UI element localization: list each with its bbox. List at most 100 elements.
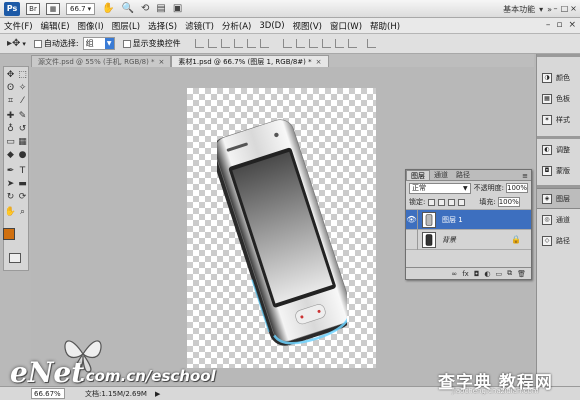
- distribute-top-icon[interactable]: [282, 39, 292, 48]
- 3d-orbit-icon[interactable]: ⟳: [17, 191, 28, 202]
- menu-image[interactable]: 图像(I): [74, 20, 108, 32]
- shape-tool-icon[interactable]: ▬: [17, 178, 28, 189]
- distribute-right-icon[interactable]: [347, 39, 357, 48]
- align-bottom-icon[interactable]: [220, 39, 230, 48]
- path-selection-icon[interactable]: ➤: [5, 178, 16, 189]
- dock-swatches[interactable]: ▦ 色板: [537, 88, 580, 109]
- lasso-tool-icon[interactable]: ʘ: [5, 82, 16, 93]
- align-left-icon[interactable]: [233, 39, 243, 48]
- restore-icon[interactable]: □: [561, 2, 569, 14]
- close-icon[interactable]: ×: [316, 58, 322, 66]
- auto-align-icon[interactable]: [366, 39, 376, 48]
- menu-analysis[interactable]: 分析(A): [218, 20, 255, 32]
- align-vcenter-icon[interactable]: [207, 39, 217, 48]
- dock-masks[interactable]: ◘ 蒙版: [537, 160, 580, 181]
- tab-paths[interactable]: 路径: [452, 170, 474, 180]
- 3d-rotate-icon[interactable]: ↻: [5, 191, 16, 202]
- screen-mode-icon[interactable]: ▣: [173, 3, 182, 14]
- history-brush-icon[interactable]: ↺: [17, 123, 28, 134]
- eye-icon[interactable]: 👁: [406, 209, 418, 230]
- document-canvas[interactable]: [187, 88, 376, 368]
- menu-view[interactable]: 视图(V): [289, 20, 326, 32]
- blur-tool-icon[interactable]: ◆: [5, 149, 16, 160]
- tab-channels[interactable]: 通道: [430, 170, 452, 180]
- tab-source-psd[interactable]: 源文件.psd @ 55% (手机, RGB/8) * ×: [31, 55, 172, 67]
- menu-file[interactable]: 文件(F): [0, 20, 37, 32]
- blend-mode-select[interactable]: 正常 ▼: [409, 182, 471, 194]
- rotate-view-icon[interactable]: ⟲: [141, 3, 149, 14]
- lock-all-icon[interactable]: [458, 198, 466, 206]
- menu-filter[interactable]: 滤镜(T): [181, 20, 218, 32]
- doc-restore-icon[interactable]: ▫: [556, 20, 562, 30]
- align-hcenter-icon[interactable]: [246, 39, 256, 48]
- minimize-icon[interactable]: –: [552, 2, 559, 14]
- arrange-docs-icon[interactable]: ▤: [156, 3, 165, 14]
- menu-help[interactable]: 帮助(H): [366, 20, 404, 32]
- auto-select-checkbox[interactable]: [33, 39, 42, 48]
- zoom-level-select[interactable]: 66.7 ▾: [66, 2, 96, 15]
- clone-stamp-icon[interactable]: ♁: [5, 123, 16, 134]
- quick-mask-button[interactable]: [9, 253, 21, 263]
- hand-tool-icon[interactable]: ✋: [5, 206, 16, 217]
- view-extras-icon[interactable]: ▦: [46, 2, 60, 15]
- doc-minimize-icon[interactable]: –: [546, 20, 551, 30]
- menu-layer[interactable]: 图层(L): [108, 20, 144, 32]
- marquee-tool-icon[interactable]: ⬚: [17, 69, 28, 80]
- zoom-tool-icon[interactable]: 🔍: [122, 3, 134, 14]
- type-tool-icon[interactable]: T: [17, 165, 28, 176]
- dock-paths[interactable]: ◇ 路径: [537, 230, 580, 251]
- close-icon[interactable]: ×: [570, 2, 577, 14]
- menu-select[interactable]: 选择(S): [144, 20, 181, 32]
- dock-channels[interactable]: ◎ 通道: [537, 209, 580, 230]
- eye-hidden-icon[interactable]: [406, 229, 418, 250]
- distribute-left-icon[interactable]: [321, 39, 331, 48]
- trash-icon[interactable]: 🗑: [517, 270, 526, 278]
- crop-tool-icon[interactable]: ⌗: [5, 95, 16, 106]
- panel-menu-icon[interactable]: ≡: [522, 172, 531, 180]
- fill-input[interactable]: 100%: [497, 197, 520, 207]
- magic-wand-icon[interactable]: ✧: [17, 82, 28, 93]
- dock-color[interactable]: ◑ 颜色: [537, 67, 580, 88]
- eraser-tool-icon[interactable]: ▭: [5, 136, 16, 147]
- dock-styles[interactable]: ✶ 样式: [537, 109, 580, 130]
- adjustment-icon[interactable]: ◐: [484, 270, 490, 278]
- gradient-tool-icon[interactable]: ▦: [17, 136, 28, 147]
- eyedropper-icon[interactable]: ⁄: [17, 95, 28, 106]
- lock-position-icon[interactable]: [448, 198, 456, 206]
- menu-3d[interactable]: 3D(D): [255, 21, 288, 31]
- zoom-tool-icon[interactable]: ⌕: [17, 206, 28, 217]
- lock-transparency-icon[interactable]: [428, 198, 436, 206]
- distribute-vcenter-icon[interactable]: [295, 39, 305, 48]
- link-icon[interactable]: ∞: [451, 270, 457, 278]
- lock-pixels-icon[interactable]: [438, 198, 446, 206]
- menu-edit[interactable]: 编辑(E): [37, 20, 74, 32]
- menu-window[interactable]: 窗口(W): [326, 20, 366, 32]
- healing-brush-icon[interactable]: ✚: [5, 110, 16, 121]
- auto-select-dropdown[interactable]: 组 ▼: [82, 37, 115, 50]
- layer-row-background[interactable]: 背景 🔒: [406, 229, 531, 250]
- status-zoom-input[interactable]: 66.67%: [31, 388, 65, 399]
- distribute-bottom-icon[interactable]: [308, 39, 318, 48]
- dock-layers[interactable]: ◈ 图层: [537, 188, 580, 209]
- align-top-icon[interactable]: [194, 39, 204, 48]
- show-transform-checkbox[interactable]: [122, 39, 131, 48]
- doc-close-icon[interactable]: ×: [568, 20, 576, 30]
- move-tool-icon[interactable]: ✥: [5, 69, 16, 80]
- align-right-icon[interactable]: [259, 39, 269, 48]
- mask-icon[interactable]: ◘: [474, 270, 480, 278]
- status-menu-arrow-icon[interactable]: ▶: [155, 390, 160, 398]
- opacity-input[interactable]: 100%: [506, 183, 528, 193]
- distribute-hcenter-icon[interactable]: [334, 39, 344, 48]
- hand-tool-icon[interactable]: ✋: [102, 3, 114, 14]
- foreground-color-swatch[interactable]: [3, 228, 15, 240]
- layer-row-layer1[interactable]: 👁 图层 1: [406, 209, 531, 230]
- new-layer-icon[interactable]: ⧉: [507, 269, 512, 278]
- move-tool-preset-icon[interactable]: ▸✥: [7, 38, 20, 49]
- dodge-tool-icon[interactable]: ●: [17, 149, 28, 160]
- fx-icon[interactable]: fx: [462, 270, 469, 278]
- dock-adjustments[interactable]: ◐ 调整: [537, 139, 580, 160]
- close-icon[interactable]: ×: [159, 58, 165, 66]
- group-icon[interactable]: ▭: [495, 270, 502, 278]
- tab-material-psd[interactable]: 素材1.psd @ 66.7% (图层 1, RGB/8#) * ×: [171, 55, 329, 67]
- tab-layers[interactable]: 图层: [406, 170, 430, 180]
